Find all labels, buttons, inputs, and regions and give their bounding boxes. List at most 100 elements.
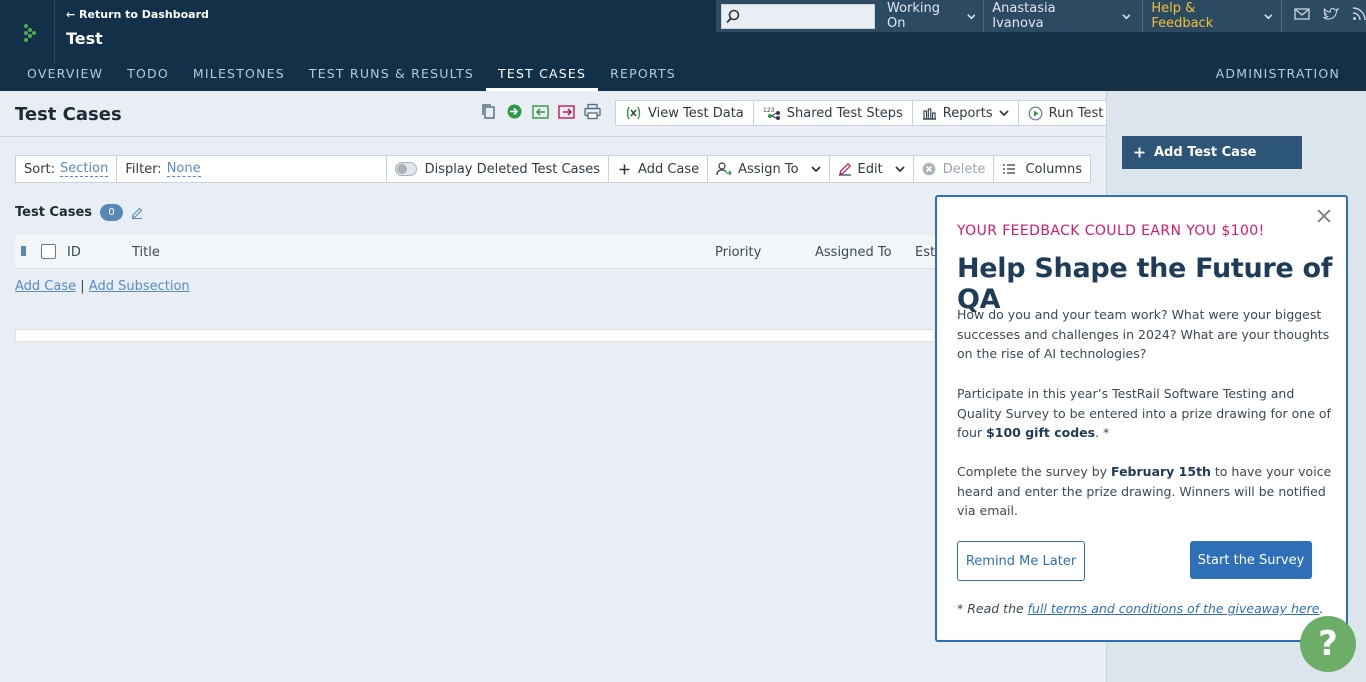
modal-paragraph-2: Participate in this year’s TestRail Soft… xyxy=(957,386,1331,440)
user-menu-dropdown[interactable]: Anastasia Ivanova xyxy=(984,0,1144,32)
remind-me-later-button[interactable]: Remind Me Later xyxy=(957,541,1085,581)
play-icon xyxy=(1028,106,1043,120)
chevron-down-icon xyxy=(999,110,1009,117)
plus-icon xyxy=(1134,147,1145,158)
section-header: Test Cases 0 xyxy=(15,204,143,221)
tab-reports[interactable]: REPORTS xyxy=(598,63,688,91)
copy-icon[interactable] xyxy=(480,103,497,120)
table-header-row: ID Title Priority Assigned To Est xyxy=(15,235,935,269)
help-feedback-dropdown[interactable]: Help & Feedback xyxy=(1143,0,1282,32)
pencil-icon xyxy=(838,162,851,176)
move-to-icon[interactable] xyxy=(532,103,549,120)
shared-steps-icon: 123 xyxy=(763,107,780,120)
reports-label: Reports xyxy=(942,105,993,121)
edit-dropdown[interactable]: Edit xyxy=(830,156,914,182)
test-cases-toolbar: Sort: Section Filter: None Display Delet… xyxy=(15,155,1091,183)
columns-label: Columns xyxy=(1025,161,1082,177)
select-all-checkbox[interactable] xyxy=(41,244,56,259)
link-separator: | xyxy=(80,279,85,294)
column-header-estimate[interactable]: Est xyxy=(915,245,935,260)
testrail-logo[interactable] xyxy=(0,0,55,63)
page-title: Test Cases xyxy=(15,104,122,125)
display-deleted-toggle[interactable] xyxy=(395,162,417,176)
tab-test-runs-results[interactable]: TEST RUNS & RESULTS xyxy=(297,63,486,91)
add-links-row: Add Case | Add Subsection xyxy=(15,279,190,294)
chevron-down-icon xyxy=(1121,13,1130,19)
modal-footnote: * Read the full terms and conditions of … xyxy=(957,601,1324,616)
column-header-id[interactable]: ID xyxy=(67,245,81,260)
tab-test-cases[interactable]: TEST CASES xyxy=(486,63,599,91)
export-icon[interactable] xyxy=(558,103,575,120)
import-icon[interactable] xyxy=(506,103,523,120)
plus-icon xyxy=(619,164,630,174)
filter-label: Filter: xyxy=(125,161,162,177)
add-case-button[interactable]: Add Case xyxy=(609,156,709,182)
twitter-icon[interactable] xyxy=(1322,7,1340,25)
mail-icon[interactable] xyxy=(1294,8,1310,24)
tab-overview[interactable]: OVERVIEW xyxy=(15,63,115,91)
close-icon[interactable] xyxy=(1317,209,1331,223)
assign-to-label: Assign To xyxy=(738,161,799,177)
assign-to-dropdown[interactable]: Assign To xyxy=(708,156,830,182)
rss-icon[interactable] xyxy=(1352,7,1366,25)
tab-todo[interactable]: TODO xyxy=(115,63,181,91)
survey-modal: YOUR FEEDBACK COULD EARN YOU $100! Help … xyxy=(935,195,1348,642)
column-header-title[interactable]: Title xyxy=(132,245,160,260)
search-input[interactable] xyxy=(744,4,874,27)
tab-milestones[interactable]: MILESTONES xyxy=(181,63,297,91)
column-header-priority[interactable]: Priority xyxy=(715,245,761,260)
start-survey-button[interactable]: Start the Survey xyxy=(1190,541,1312,579)
chevron-down-icon xyxy=(1264,13,1273,19)
add-case-label: Add Case xyxy=(638,161,700,177)
help-fab-button[interactable]: ? xyxy=(1300,616,1356,672)
project-title: Test xyxy=(66,29,103,48)
header-button-group: View Test Data 123 Shared Test Steps Rep… xyxy=(615,100,1114,126)
drag-handle-icon[interactable] xyxy=(21,246,26,256)
search-box xyxy=(721,3,875,29)
tab-administration[interactable]: ADMINISTRATION xyxy=(1216,63,1340,85)
run-test-button[interactable]: Run Test xyxy=(1018,101,1113,125)
delete-label: Delete xyxy=(942,161,986,177)
columns-button[interactable]: Columns xyxy=(994,156,1090,182)
empty-section-bar xyxy=(15,329,935,342)
section-title: Test Cases xyxy=(15,205,93,220)
edit-label: Edit xyxy=(857,161,883,177)
view-test-data-label: View Test Data xyxy=(648,105,744,121)
display-deleted-toggle-group: Display Deleted Test Cases xyxy=(387,156,610,182)
display-deleted-label: Display Deleted Test Cases xyxy=(424,161,601,177)
column-header-assigned-to[interactable]: Assigned To xyxy=(815,245,892,260)
assign-user-icon xyxy=(716,162,733,176)
chevron-down-icon xyxy=(895,166,905,173)
add-test-case-label: Add Test Case xyxy=(1154,145,1257,160)
case-count-badge: 0 xyxy=(100,204,124,221)
sort-value-link[interactable]: Section xyxy=(60,161,109,177)
add-case-link[interactable]: Add Case xyxy=(15,279,76,294)
reports-dropdown-button[interactable]: Reports xyxy=(912,101,1019,125)
modal-kicker: YOUR FEEDBACK COULD EARN YOU $100! xyxy=(957,223,1265,239)
filter-control: Filter: None xyxy=(117,156,388,182)
search-icon xyxy=(726,9,740,28)
modal-paragraph-1: How do you and your team work? What were… xyxy=(957,307,1330,361)
top-right-bar: Working On Anastasia Ivanova Help & Feed… xyxy=(716,0,1366,32)
shared-test-steps-button[interactable]: 123 Shared Test Steps xyxy=(753,101,913,125)
user-name: Anastasia Ivanova xyxy=(992,1,1056,31)
svg-text:123: 123 xyxy=(763,107,775,114)
working-on-dropdown[interactable]: Working On xyxy=(879,0,985,32)
header-icon-actions xyxy=(480,103,601,120)
main-nav-tabs: OVERVIEW TODO MILESTONES TEST RUNS & RES… xyxy=(15,63,688,91)
print-icon[interactable] xyxy=(584,103,601,120)
shared-test-steps-label: Shared Test Steps xyxy=(786,105,903,121)
add-test-case-button[interactable]: Add Test Case xyxy=(1122,136,1302,169)
edit-section-pencil-icon[interactable] xyxy=(131,207,143,219)
terms-link[interactable]: full terms and conditions of the giveawa… xyxy=(1028,601,1320,616)
run-test-label: Run Test xyxy=(1048,105,1104,121)
filter-value-link[interactable]: None xyxy=(166,161,201,177)
chevron-down-icon xyxy=(966,13,975,19)
social-icons xyxy=(1282,7,1366,25)
delete-button[interactable]: Delete xyxy=(914,156,995,182)
view-test-data-button[interactable]: View Test Data xyxy=(616,101,754,125)
return-to-dashboard-link[interactable]: ← Return to Dashboard xyxy=(66,8,209,21)
bar-chart-icon xyxy=(922,107,936,120)
modal-paragraph-3: Complete the survey by February 15th to … xyxy=(957,464,1332,518)
add-subsection-link[interactable]: Add Subsection xyxy=(89,279,190,294)
